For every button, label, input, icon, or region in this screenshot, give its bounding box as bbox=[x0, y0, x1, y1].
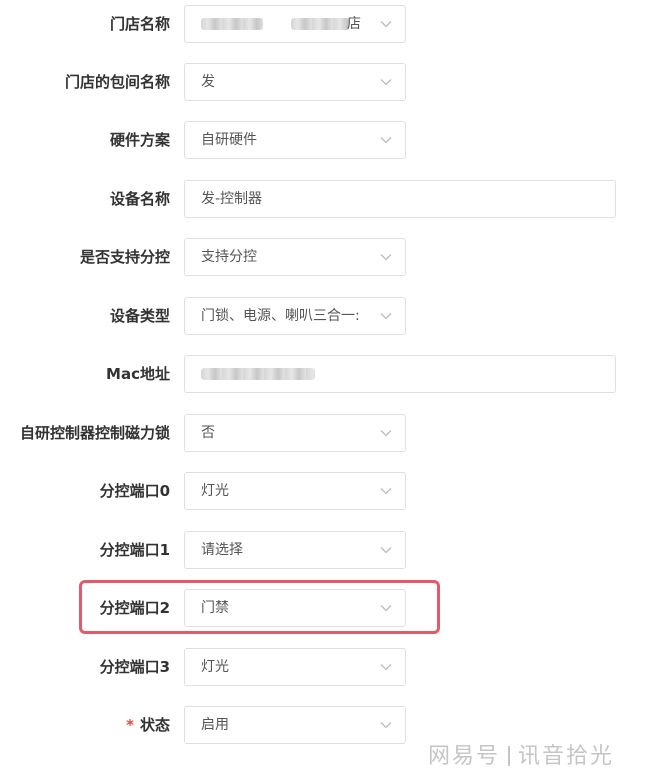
chevron-down-icon bbox=[380, 664, 392, 671]
form-row-store-name: 门店名称 店 bbox=[0, 5, 660, 43]
chevron-down-icon bbox=[380, 488, 392, 495]
store-name-label: 门店名称 bbox=[109, 15, 170, 33]
form-row-room-name: 门店的包间名称 发 bbox=[0, 63, 660, 101]
device-type-label: 设备类型 bbox=[109, 307, 170, 325]
status-value: 启用 bbox=[201, 717, 229, 733]
chevron-down-icon bbox=[380, 313, 392, 320]
device-name-label: 设备名称 bbox=[109, 190, 170, 208]
port1-select[interactable]: 请选择 bbox=[184, 531, 406, 569]
port3-value: 灯光 bbox=[201, 659, 229, 675]
magnetic-lock-value: 否 bbox=[201, 425, 215, 441]
form-row-port3: 分控端口3 灯光 bbox=[0, 648, 660, 686]
chevron-down-icon bbox=[380, 137, 392, 144]
watermark-author: 讯音拾光 bbox=[518, 744, 615, 769]
device-name-value: 发-控制器 bbox=[201, 191, 263, 207]
store-name-select[interactable]: 店 bbox=[184, 5, 406, 43]
device-type-value: 门锁、电源、喇叭三合一: bbox=[201, 308, 360, 324]
port0-value: 灯光 bbox=[201, 483, 229, 499]
form-row-port1: 分控端口1 请选择 bbox=[0, 531, 660, 569]
status-label-text: 状态 bbox=[139, 716, 170, 734]
room-name-label: 门店的包间名称 bbox=[64, 73, 170, 91]
status-select[interactable]: 启用 bbox=[184, 706, 406, 744]
chevron-down-icon bbox=[380, 79, 392, 86]
watermark-platform: 网易号 bbox=[428, 744, 501, 769]
chevron-down-icon bbox=[380, 430, 392, 437]
blurred-text bbox=[201, 18, 263, 30]
form-row-sub-control: 是否支持分控 支持分控 bbox=[0, 238, 660, 276]
watermark: 网易号 讯音拾光 bbox=[428, 738, 614, 770]
form-row-device-type: 设备类型 门锁、电源、喇叭三合一: bbox=[0, 297, 660, 335]
port1-label: 分控端口1 bbox=[99, 541, 170, 559]
magnetic-lock-select[interactable]: 否 bbox=[184, 414, 406, 452]
hardware-plan-value: 自研硬件 bbox=[201, 132, 257, 148]
form-row-port0: 分控端口0 灯光 bbox=[0, 472, 660, 510]
room-name-select[interactable]: 发 bbox=[184, 63, 406, 101]
sub-control-select[interactable]: 支持分控 bbox=[184, 238, 406, 276]
watermark-divider bbox=[508, 746, 511, 766]
required-mark: * bbox=[126, 716, 134, 734]
port0-label: 分控端口0 bbox=[99, 482, 170, 500]
port1-value: 请选择 bbox=[201, 542, 243, 558]
sub-control-value: 支持分控 bbox=[201, 249, 257, 265]
hardware-plan-select[interactable]: 自研硬件 bbox=[184, 121, 406, 159]
form-row-hardware-plan: 硬件方案 自研硬件 bbox=[0, 121, 660, 159]
store-name-value: 店 bbox=[347, 16, 361, 32]
hardware-plan-label: 硬件方案 bbox=[109, 131, 170, 149]
chevron-down-icon bbox=[380, 254, 392, 261]
highlight-annotation bbox=[79, 580, 440, 634]
magnetic-lock-label: 自研控制器控制磁力锁 bbox=[19, 424, 170, 442]
port0-select[interactable]: 灯光 bbox=[184, 472, 406, 510]
blurred-text bbox=[291, 18, 349, 30]
device-name-input[interactable]: 发-控制器 bbox=[184, 180, 616, 218]
port3-select[interactable]: 灯光 bbox=[184, 648, 406, 686]
port3-label: 分控端口3 bbox=[99, 658, 170, 676]
chevron-down-icon bbox=[380, 722, 392, 729]
form-row-magnetic-lock: 自研控制器控制磁力锁 否 bbox=[0, 414, 660, 452]
room-name-value: 发 bbox=[201, 74, 215, 90]
sub-control-label: 是否支持分控 bbox=[79, 248, 170, 266]
mac-address-label: Mac地址 bbox=[106, 365, 170, 383]
mac-address-input[interactable] bbox=[184, 355, 616, 393]
form-row-device-name: 设备名称 发-控制器 bbox=[0, 180, 660, 218]
chevron-down-icon bbox=[380, 547, 392, 554]
form-row-mac-address: Mac地址 bbox=[0, 355, 660, 393]
status-label: * 状态 bbox=[126, 706, 170, 744]
chevron-down-icon bbox=[380, 21, 392, 28]
device-type-select[interactable]: 门锁、电源、喇叭三合一: bbox=[184, 297, 406, 335]
mac-address-value bbox=[201, 356, 579, 392]
